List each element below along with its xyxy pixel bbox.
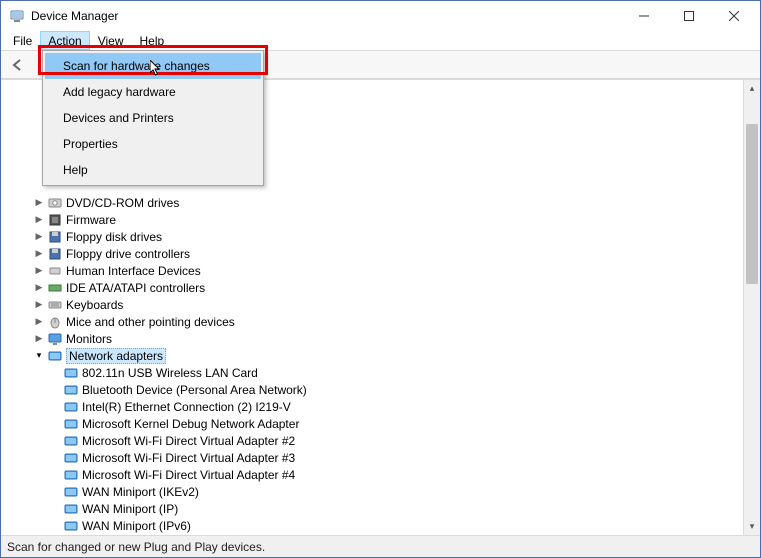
close-button[interactable] <box>711 2 756 30</box>
chevron-right-icon[interactable]: ▶ <box>33 265 45 276</box>
tree-label: Floppy drive controllers <box>66 247 190 261</box>
tree-node-hid[interactable]: ▶ Human Interface Devices <box>5 262 742 279</box>
chevron-right-icon[interactable]: ▶ <box>33 316 45 327</box>
statusbar: Scan for changed or new Plug and Play de… <box>1 535 760 557</box>
scroll-down-icon[interactable]: ▾ <box>744 518 760 535</box>
tree-label: Intel(R) Ethernet Connection (2) I219-V <box>82 400 291 414</box>
tree-node-floppy-disk[interactable]: ▶ Floppy disk drives <box>5 228 742 245</box>
tree-label: IDE ATA/ATAPI controllers <box>66 281 205 295</box>
floppy-ctrl-icon <box>47 246 63 262</box>
menu-action[interactable]: Action <box>40 31 89 50</box>
tree-label: Keyboards <box>66 298 123 312</box>
chevron-down-icon[interactable]: ▾ <box>33 350 45 361</box>
maximize-button[interactable] <box>666 2 711 30</box>
adapter-icon <box>63 433 79 449</box>
tree-label: Human Interface Devices <box>66 264 201 278</box>
dropdown-help[interactable]: Help <box>45 157 261 183</box>
tree-node-wlan[interactable]: 802.11n USB Wireless LAN Card <box>5 364 742 381</box>
window-controls <box>621 2 756 30</box>
titlebar: Device Manager <box>1 1 760 31</box>
chevron-right-icon[interactable]: ▶ <box>33 197 45 208</box>
tree-label: WAN Miniport (IPv6) <box>82 519 191 533</box>
dropdown-properties[interactable]: Properties <box>45 131 261 157</box>
tree-node-wifi3[interactable]: Microsoft Wi-Fi Direct Virtual Adapter #… <box>5 449 742 466</box>
monitor-icon <box>47 331 63 347</box>
back-button[interactable] <box>7 54 29 76</box>
keyboard-icon <box>47 297 63 313</box>
menubar: File Action View Help <box>1 31 760 51</box>
tree-node-mice[interactable]: ▶ Mice and other pointing devices <box>5 313 742 330</box>
chevron-right-icon[interactable]: ▶ <box>33 248 45 259</box>
tree-node-wan-ip[interactable]: WAN Miniport (IP) <box>5 500 742 517</box>
tree-node-wifi2[interactable]: Microsoft Wi-Fi Direct Virtual Adapter #… <box>5 432 742 449</box>
tree-label: Microsoft Kernel Debug Network Adapter <box>82 417 299 431</box>
adapter-icon <box>63 501 79 517</box>
tree-label: Floppy disk drives <box>66 230 162 244</box>
adapter-icon <box>63 365 79 381</box>
adapter-icon <box>63 450 79 466</box>
minimize-button[interactable] <box>621 2 666 30</box>
tree-node-network[interactable]: ▾ Network adapters <box>5 347 742 364</box>
firmware-icon <box>47 212 63 228</box>
tree-node-wan-ike[interactable]: WAN Miniport (IKEv2) <box>5 483 742 500</box>
menu-file[interactable]: File <box>5 31 40 50</box>
dropdown-add-legacy[interactable]: Add legacy hardware <box>45 79 261 105</box>
tree-node-intel[interactable]: Intel(R) Ethernet Connection (2) I219-V <box>5 398 742 415</box>
tree-label: 802.11n USB Wireless LAN Card <box>82 366 258 380</box>
mouse-icon <box>47 314 63 330</box>
tree-label: Microsoft Wi-Fi Direct Virtual Adapter #… <box>82 468 295 482</box>
dropdown-scan-hardware[interactable]: Scan for hardware changes <box>45 53 261 79</box>
adapter-icon <box>63 416 79 432</box>
chevron-right-icon[interactable]: ▶ <box>33 214 45 225</box>
tree-node-wan-ipv6[interactable]: WAN Miniport (IPv6) <box>5 517 742 534</box>
tree-label: DVD/CD-ROM drives <box>66 196 179 210</box>
tree-label: WAN Miniport (IP) <box>82 502 178 516</box>
tree-node-ide[interactable]: ▶ IDE ATA/ATAPI controllers <box>5 279 742 296</box>
tree-label: Microsoft Wi-Fi Direct Virtual Adapter #… <box>82 434 295 448</box>
hid-icon <box>47 263 63 279</box>
chevron-right-icon[interactable]: ▶ <box>33 282 45 293</box>
scroll-up-icon[interactable]: ▴ <box>744 80 760 97</box>
tree-node-dvd[interactable]: ▶ DVD/CD-ROM drives <box>5 194 742 211</box>
chevron-right-icon[interactable]: ▶ <box>33 299 45 310</box>
menu-view[interactable]: View <box>90 31 132 50</box>
tree-label: Mice and other pointing devices <box>66 315 235 329</box>
vertical-scrollbar[interactable]: ▴ ▾ <box>743 80 760 535</box>
tree-label: Bluetooth Device (Personal Area Network) <box>82 383 307 397</box>
app-icon <box>9 8 25 24</box>
dropdown-devices-printers[interactable]: Devices and Printers <box>45 105 261 131</box>
tree-node-wifi4[interactable]: Microsoft Wi-Fi Direct Virtual Adapter #… <box>5 466 742 483</box>
tree-label: WAN Miniport (IKEv2) <box>82 485 199 499</box>
tree-node-floppy-ctrl[interactable]: ▶ Floppy drive controllers <box>5 245 742 262</box>
tree-node-firmware[interactable]: ▶ Firmware <box>5 211 742 228</box>
chevron-right-icon[interactable]: ▶ <box>33 231 45 242</box>
tree-node-bt[interactable]: Bluetooth Device (Personal Area Network) <box>5 381 742 398</box>
chevron-right-icon[interactable]: ▶ <box>33 333 45 344</box>
tree-label: Firmware <box>66 213 116 227</box>
adapter-icon <box>63 399 79 415</box>
adapter-icon <box>63 484 79 500</box>
action-dropdown: Scan for hardware changes Add legacy har… <box>42 50 264 186</box>
scroll-thumb[interactable] <box>746 124 758 284</box>
menu-help[interactable]: Help <box>132 31 173 50</box>
ide-icon <box>47 280 63 296</box>
floppy-icon <box>47 229 63 245</box>
tree-node-msdebug[interactable]: Microsoft Kernel Debug Network Adapter <box>5 415 742 432</box>
tree-label: Monitors <box>66 332 112 346</box>
tree-label: Network adapters <box>66 348 166 364</box>
tree-label: Microsoft Wi-Fi Direct Virtual Adapter #… <box>82 451 295 465</box>
status-text: Scan for changed or new Plug and Play de… <box>7 540 265 554</box>
network-icon <box>47 348 63 364</box>
adapter-icon <box>63 518 79 534</box>
adapter-icon <box>63 467 79 483</box>
tree-node-monitors[interactable]: ▶ Monitors <box>5 330 742 347</box>
adapter-icon <box>63 382 79 398</box>
window-title: Device Manager <box>31 9 621 23</box>
tree-node-keyboards[interactable]: ▶ Keyboards <box>5 296 742 313</box>
dvd-icon <box>47 195 63 211</box>
